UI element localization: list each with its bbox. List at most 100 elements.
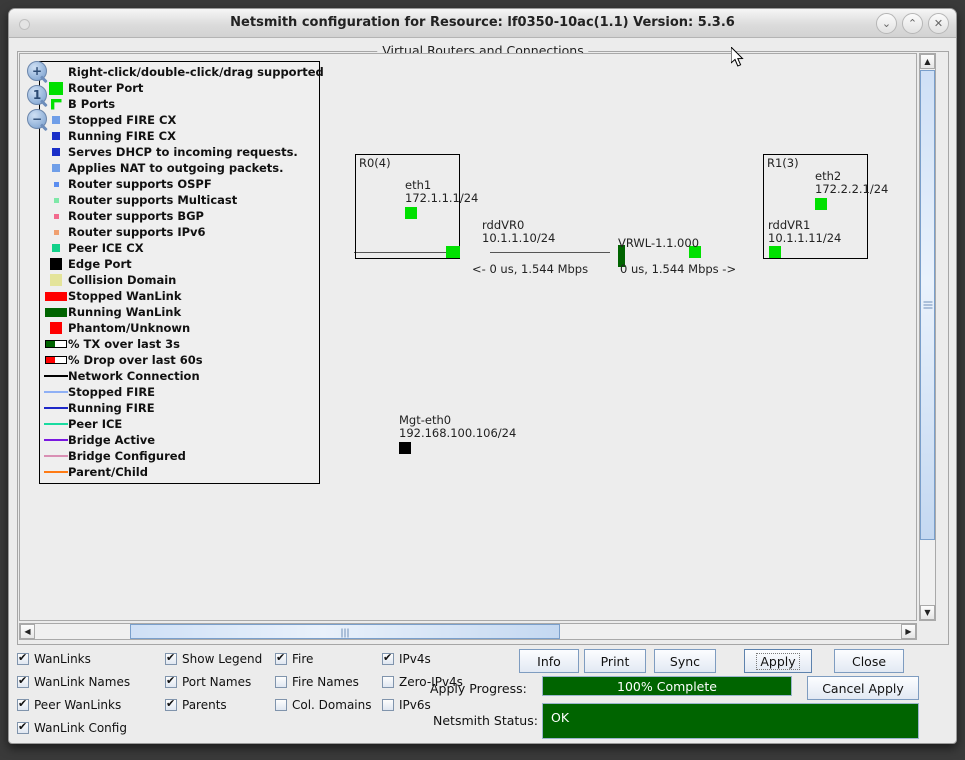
legend-item-label: Bridge Active	[68, 433, 155, 447]
close-icon: ✕	[934, 17, 943, 30]
legend-marker-icon	[44, 148, 68, 156]
checkbox-col-domains[interactable]: Col. Domains	[275, 698, 372, 712]
legend-item-label: Router supports BGP	[68, 209, 204, 223]
legend-marker-icon	[44, 439, 68, 441]
checkbox-box[interactable]	[165, 699, 177, 711]
zoom-out-button[interactable]: −	[27, 109, 49, 131]
port-rddvr0[interactable]: rddVR0 10.1.1.10/24	[482, 219, 555, 244]
legend-item: Network Connection	[40, 368, 319, 384]
legend-marker-icon	[44, 198, 68, 203]
checkbox-box[interactable]	[382, 699, 394, 711]
legend-item: Parent/Child	[40, 464, 319, 480]
checkbox-wanlink-config[interactable]: WanLink Config	[17, 721, 127, 735]
checkbox-fire-names[interactable]: Fire Names	[275, 675, 359, 689]
checkbox-parents[interactable]: Parents	[165, 698, 227, 712]
port-rddvr0-ip: 10.1.1.10/24	[482, 232, 555, 245]
legend-item: Peer ICE	[40, 416, 319, 432]
checkbox-box[interactable]	[382, 653, 394, 665]
title-bar: Netsmith configuration for Resource: lf0…	[9, 9, 956, 38]
sync-button[interactable]: Sync	[654, 649, 716, 673]
close-button[interactable]: ✕	[928, 13, 949, 34]
scroll-up-button[interactable]: ▲	[920, 54, 935, 69]
scroll-down-button[interactable]: ▼	[920, 605, 935, 620]
scroll-right-button[interactable]: ▶	[901, 624, 916, 639]
legend-marker-icon	[44, 407, 68, 409]
legend-marker-icon	[44, 258, 68, 270]
checkbox-ipv4s[interactable]: IPv4s	[382, 652, 431, 666]
port-mgt-eth0-square[interactable]	[399, 442, 411, 454]
legend-item-label: Stopped FIRE CX	[68, 113, 176, 127]
legend-item: Router Port	[40, 80, 319, 96]
checkbox-box[interactable]	[17, 676, 29, 688]
close-button-label: Close	[852, 654, 886, 669]
option-row: WanLinks Show Legend Fire IPv4s	[17, 647, 487, 670]
port-eth2-square[interactable]	[815, 198, 827, 210]
checkbox-box[interactable]	[17, 722, 29, 734]
legend-item: % Drop over last 60s	[40, 352, 319, 368]
legend-item-label: Stopped FIRE	[68, 385, 155, 399]
scroll-left-button[interactable]: ◀	[20, 624, 35, 639]
maximize-button[interactable]: ⌃	[902, 13, 923, 34]
checkbox-ipv6s[interactable]: IPv6s	[382, 698, 431, 712]
legend-item-label: Running FIRE CX	[68, 129, 176, 143]
checkbox-box[interactable]	[275, 653, 287, 665]
checkbox-port-names[interactable]: Port Names	[165, 675, 251, 689]
close-button[interactable]: Close	[834, 649, 904, 673]
port-eth1-ip: 172.1.1.1/24	[405, 192, 478, 205]
port-rddvr1[interactable]: rddVR1 10.1.1.11/24	[768, 219, 841, 244]
port-eth2[interactable]: eth2 172.2.2.1/24	[815, 170, 888, 210]
legend-marker-icon	[44, 274, 68, 286]
zoom-in-button[interactable]: +	[27, 61, 49, 83]
netsmith-window: Netsmith configuration for Resource: lf0…	[8, 8, 957, 744]
vertical-scroll-thumb[interactable]	[920, 70, 935, 540]
checkbox-show-legend[interactable]: Show Legend	[165, 652, 262, 666]
apply-progress-label: Apply Progress:	[430, 681, 527, 696]
canvas-vertical-scrollbar[interactable]: ▲ ▼	[919, 53, 936, 621]
legend-marker-icon	[44, 164, 68, 172]
minimize-button[interactable]: ⌄	[876, 13, 897, 34]
cancel-apply-button[interactable]: Cancel Apply	[807, 676, 919, 700]
legend-marker-icon	[44, 308, 68, 317]
legend-marker-icon	[44, 244, 68, 252]
checkbox-fire[interactable]: Fire	[275, 652, 313, 666]
port-eth1-square[interactable]	[405, 207, 417, 219]
option-row: WanLink Config	[17, 716, 487, 739]
canvas-horizontal-scrollbar[interactable]: ◀ ▶	[19, 623, 917, 640]
checkbox-peer-wanlinks[interactable]: Peer WanLinks	[17, 698, 121, 712]
apply-progress-value: 100% Complete	[617, 679, 717, 694]
info-button[interactable]: Info	[519, 649, 579, 673]
horizontal-scroll-thumb[interactable]	[130, 624, 560, 639]
legend-item-label: Peer ICE	[68, 417, 122, 431]
netsmith-status-label: Netsmith Status:	[433, 713, 538, 728]
checkbox-wanlinks[interactable]: WanLinks	[17, 652, 91, 666]
checkbox-box[interactable]	[275, 676, 287, 688]
apply-button[interactable]: Apply	[744, 649, 812, 673]
router-r0-label: R0(4)	[359, 156, 391, 170]
port-rddvr0-square[interactable]	[448, 246, 460, 258]
network-canvas[interactable]: Right-click/double-click/drag supportedR…	[19, 53, 917, 621]
checkbox-label: Parents	[182, 698, 227, 712]
checkbox-box[interactable]	[165, 653, 177, 665]
checkbox-box[interactable]	[165, 676, 177, 688]
bottom-controls: WanLinks Show Legend Fire IPv4s WanLink Name…	[17, 647, 949, 739]
port-eth1[interactable]: eth1 172.1.1.1/24	[405, 179, 478, 219]
port-rddvr1-square[interactable]	[769, 246, 781, 258]
legend-panel: Right-click/double-click/drag supportedR…	[39, 61, 320, 484]
checkbox-box[interactable]	[382, 676, 394, 688]
port-eth1-name: eth1	[405, 179, 478, 192]
legend-item-label: Phantom/Unknown	[68, 321, 190, 335]
legend-item-label: Router supports OSPF	[68, 177, 212, 191]
checkbox-wanlink-names[interactable]: WanLink Names	[17, 675, 130, 689]
legend-item: Bridge Active	[40, 432, 319, 448]
magnifier-handle-icon	[40, 123, 48, 131]
checkbox-box[interactable]	[17, 653, 29, 665]
legend-item-label: % TX over last 3s	[68, 337, 180, 351]
port-mgt-eth0[interactable]: Mgt-eth0 192.168.100.106/24	[399, 414, 516, 454]
checkbox-box[interactable]	[275, 699, 287, 711]
checkbox-box[interactable]	[17, 699, 29, 711]
print-button[interactable]: Print	[584, 649, 646, 673]
zoom-reset-button[interactable]: 1	[27, 85, 49, 107]
port-rddvr1-ip: 10.1.1.11/24	[768, 232, 841, 245]
legend-marker-icon	[44, 356, 68, 364]
legend-item: Running FIRE CX	[40, 128, 319, 144]
